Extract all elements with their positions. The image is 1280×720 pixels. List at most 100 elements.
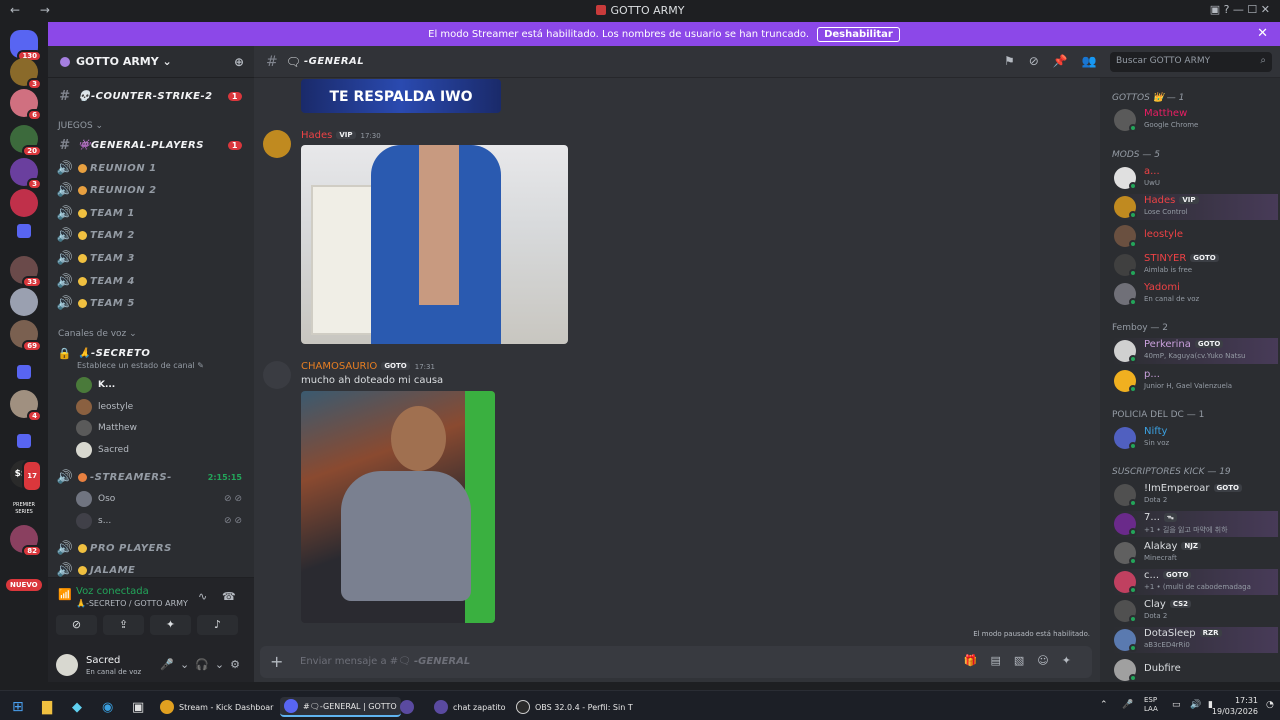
server-icon[interactable]: PREMIER SERIES	[10, 492, 38, 520]
member-item[interactable]: Perkerina GOTO 40mP, Kaguya(cv.Yuko Natsu	[1112, 338, 1278, 364]
member-item[interactable]: !ImEmperoar GOTO Dota 2	[1112, 482, 1278, 508]
voice-channel-streamers[interactable]: 🔊 -STREAMERS- 2:15:15	[56, 467, 246, 487]
message-image[interactable]	[301, 145, 568, 344]
member-item[interactable]: Matthew Google Chrome	[1112, 107, 1278, 133]
composer-tools[interactable]: 🎁▤▧☺✦	[964, 654, 1084, 667]
voice-channel-team-3[interactable]: 🔊 TEAM 3	[56, 248, 246, 268]
taskbar-chat[interactable]: chat zapatito	[434, 697, 506, 717]
member-item[interactable]: Dubfire	[1112, 657, 1278, 683]
category-voice[interactable]: Canales de voz ⌄	[58, 329, 137, 339]
disconnect-icon[interactable]: ☎	[222, 590, 236, 603]
voice-user[interactable]: leostyle	[76, 397, 246, 417]
file-explorer-icon[interactable]: ▇	[42, 697, 52, 717]
taskbar-obs[interactable]: OBS 32.0.4 - Perfil: Sin T	[516, 697, 633, 717]
voice-user[interactable]: Oso ⊘ ⊘	[76, 489, 246, 509]
member-item[interactable]: Alakay NJZ Minecraft	[1112, 540, 1278, 566]
guild-header[interactable]: GOTTO ARMY ⌄ ⊕	[48, 46, 254, 78]
message-composer[interactable]: + Enviar mensaje a #🗨 -GENERAL 🎁▤▧☺✦	[260, 646, 1092, 678]
soundboard-button[interactable]: ♪	[197, 615, 238, 635]
server-icon[interactable]: 4	[10, 390, 42, 422]
store-icon[interactable]: ▣	[132, 697, 144, 717]
language-indicator[interactable]: ESP LAA	[1144, 696, 1158, 714]
username[interactable]: Sacred	[86, 655, 120, 666]
microphone-icon[interactable]: 🎤	[1122, 700, 1133, 710]
header-toolbar[interactable]: ⚑⊘📌👥	[1004, 54, 1111, 68]
folder-icon[interactable]	[17, 365, 31, 379]
message-image[interactable]	[301, 391, 495, 623]
server-icon[interactable]: 69	[10, 320, 42, 352]
tray-chevron-icon[interactable]: ⌃	[1100, 700, 1108, 710]
taskbar-app[interactable]	[400, 697, 419, 717]
member-item[interactable]: a... UwU	[1112, 165, 1278, 191]
member-item[interactable]: DotaSleep RZR aB3cED4rRi0	[1112, 627, 1278, 653]
voice-channel-team-1[interactable]: 🔊 TEAM 1	[56, 203, 246, 223]
channel-counter-strike[interactable]: # 💀-COUNTER-STRIKE-2 1	[56, 86, 246, 106]
channel-general-players[interactable]: # 👾GENERAL-PLAYERS 1	[56, 135, 246, 155]
taskbar-discord[interactable]: #🗨-GENERAL | GOTTO	[280, 697, 401, 717]
clock[interactable]: 17:31 19/03/2026	[1212, 695, 1258, 717]
member-item[interactable]: Nifty Sin voz	[1112, 425, 1278, 451]
server-icon[interactable]: 82	[10, 525, 42, 557]
voice-user[interactable]: Matthew	[76, 418, 246, 438]
disable-streamer-button[interactable]: Deshabilitar	[817, 26, 900, 42]
close-icon[interactable]: ✕	[1257, 26, 1268, 41]
embed-banner-image[interactable]: TE RESPALDA IWO	[301, 79, 501, 113]
member-item[interactable]: STINYER GOTO Aimlab is free	[1112, 252, 1278, 278]
copilot-icon[interactable]: ◆	[72, 697, 82, 717]
server-icon[interactable]: 3	[10, 158, 42, 190]
edge-icon[interactable]: ◉	[102, 697, 113, 717]
signal-icon[interactable]: 📶	[58, 588, 72, 601]
voice-channel-team-2[interactable]: 🔊 TEAM 2	[56, 225, 246, 245]
attach-icon[interactable]: +	[270, 652, 283, 671]
voice-channel-path[interactable]: 🙏-SECRETO / GOTTO ARMY	[76, 599, 188, 608]
start-icon[interactable]: ⊞	[12, 697, 24, 717]
direct-messages-icon[interactable]: 130	[10, 30, 42, 62]
server-icon[interactable]: 33	[10, 256, 42, 288]
voice-channel-pro-players[interactable]: 🔊 PRO PLAYERS	[56, 538, 246, 558]
server-icon[interactable]	[10, 288, 38, 316]
server-icon[interactable]	[10, 189, 38, 217]
avatar[interactable]	[56, 654, 78, 676]
member-item[interactable]: Clay CS2 Dota 2	[1112, 598, 1278, 624]
server-icon[interactable]: 3	[10, 58, 42, 90]
avatar[interactable]	[263, 130, 291, 158]
member-item[interactable]: 7... ᯓ +1 • 길을 잃고 마약에 취하	[1112, 511, 1278, 537]
window-controls[interactable]: ▣ ? — ☐ ✕	[1210, 3, 1270, 16]
taskbar-chrome[interactable]: Stream - Kick Dashboar	[160, 697, 273, 717]
server-icon[interactable]: $$$17	[10, 460, 42, 492]
server-icon[interactable]: 20	[10, 125, 42, 157]
channel-status[interactable]: Establece un estado de canal ✎	[77, 361, 204, 370]
member-item[interactable]: p... Junior H, Gael Valenzuela	[1112, 368, 1278, 394]
voice-channel-reunion-1[interactable]: 🔊 REUNION 1	[56, 158, 246, 178]
category-juegos[interactable]: JUEGOS ⌄	[58, 121, 103, 131]
member-item[interactable]: c... GOTO +1 • (multi de cabodemadaga	[1112, 569, 1278, 595]
member-item[interactable]: Yadomi En canal de voz	[1112, 281, 1278, 307]
volume-icon[interactable]: 🔊	[1190, 700, 1201, 710]
message-author[interactable]: Hades VIP 17:30	[301, 130, 381, 141]
noise-suppression-icon[interactable]: ∿	[198, 590, 207, 603]
message-author[interactable]: CHAMOSAURIO GOTO 17:31	[301, 361, 435, 372]
user-controls[interactable]: 🎤⌄🎧⌄⚙	[160, 658, 246, 671]
message-input[interactable]: Enviar mensaje a #🗨 -GENERAL	[300, 656, 470, 667]
voice-user[interactable]: K...	[76, 375, 246, 395]
folder-icon[interactable]	[17, 434, 31, 448]
avatar[interactable]	[263, 361, 291, 389]
search-input[interactable]: Buscar GOTTO ARMY ⌕	[1110, 52, 1272, 72]
folder-icon[interactable]	[17, 224, 31, 238]
add-member-icon[interactable]: ⊕	[234, 55, 244, 69]
voice-channel-team-5[interactable]: 🔊 TEAM 5	[56, 293, 246, 313]
member-item[interactable]: leostyle	[1112, 223, 1278, 249]
voice-channel-reunion-2[interactable]: 🔊 REUNION 2	[56, 180, 246, 200]
camera-off-button[interactable]: ⊘	[56, 615, 97, 635]
voice-channel-secreto[interactable]: 🔒 🙏-SECRETO	[56, 343, 246, 363]
notifications-icon[interactable]: ◔	[1266, 700, 1274, 710]
voice-connected-label[interactable]: Voz conectada	[76, 586, 149, 597]
voice-user[interactable]: s... ⊘ ⊘	[76, 511, 246, 531]
screen-share-button[interactable]: ⇪	[103, 615, 144, 635]
activities-button[interactable]: ✦	[150, 615, 191, 635]
network-icon[interactable]: ▭	[1172, 700, 1181, 710]
server-icon[interactable]: 6	[10, 89, 42, 121]
voice-user[interactable]: Sacred	[76, 440, 246, 460]
member-item[interactable]: Hades VIP Lose Control	[1112, 194, 1278, 220]
voice-channel-team-4[interactable]: 🔊 TEAM 4	[56, 271, 246, 291]
